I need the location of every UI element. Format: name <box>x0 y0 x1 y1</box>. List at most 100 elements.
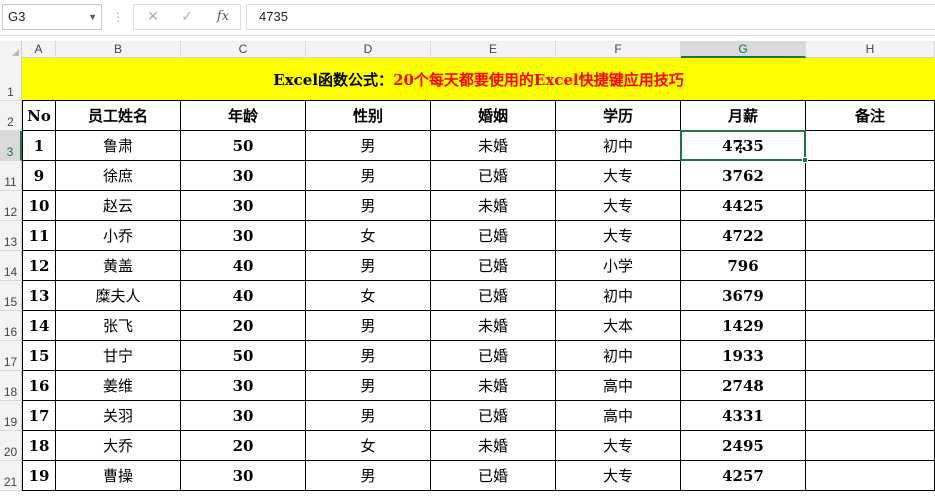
table-cell[interactable]: 高中 <box>556 401 681 431</box>
table-cell[interactable]: 3762 <box>681 161 806 191</box>
chevron-down-icon[interactable]: ▼ <box>88 5 97 29</box>
table-cell[interactable]: 男 <box>306 341 431 371</box>
table-cell[interactable]: 女 <box>306 431 431 461</box>
table-cell[interactable] <box>806 161 935 191</box>
column-header-h[interactable]: H <box>806 41 935 58</box>
table-cell[interactable]: 4722 <box>681 221 806 251</box>
table-cell[interactable] <box>806 461 935 491</box>
table-cell[interactable]: 已婚 <box>431 251 556 281</box>
cancel-icon[interactable]: ✕ <box>138 5 168 29</box>
table-cell[interactable]: 1429 <box>681 311 806 341</box>
table-cell[interactable]: 大专 <box>556 461 681 491</box>
row-header-1[interactable]: 1 <box>0 58 22 101</box>
table-cell[interactable]: 男 <box>306 401 431 431</box>
table-cell[interactable]: 已婚 <box>431 401 556 431</box>
table-cell[interactable]: 14 <box>22 311 56 341</box>
table-cell[interactable]: 30 <box>181 161 306 191</box>
header-cell[interactable]: 年龄 <box>181 101 306 131</box>
table-cell[interactable]: 曹操 <box>56 461 181 491</box>
table-cell[interactable]: 20 <box>181 311 306 341</box>
table-cell[interactable]: 2748 <box>681 371 806 401</box>
column-header-b[interactable]: B <box>56 41 181 58</box>
table-cell[interactable]: 1 <box>22 131 56 161</box>
table-cell[interactable]: 15 <box>22 341 56 371</box>
table-cell[interactable]: 大专 <box>556 191 681 221</box>
header-cell[interactable]: 备注 <box>806 101 935 131</box>
table-cell[interactable]: 19 <box>22 461 56 491</box>
row-header-18[interactable]: 18 <box>0 371 22 401</box>
table-cell[interactable]: 男 <box>306 251 431 281</box>
table-cell[interactable]: 40 <box>181 281 306 311</box>
table-cell[interactable]: 赵云 <box>56 191 181 221</box>
table-cell[interactable]: 10 <box>22 191 56 221</box>
table-cell[interactable]: 30 <box>181 461 306 491</box>
header-cell[interactable]: 月薪 <box>681 101 806 131</box>
table-cell[interactable]: 黄盖 <box>56 251 181 281</box>
row-header-3[interactable]: 3 <box>0 131 22 161</box>
table-cell[interactable]: 女 <box>306 221 431 251</box>
table-cell[interactable]: 4331 <box>681 401 806 431</box>
table-cell[interactable]: 大专 <box>556 161 681 191</box>
table-cell[interactable]: 未婚 <box>431 431 556 461</box>
sheet-title-cell[interactable]: Excel函数公式：20个每天都要使用的Excel快捷键应用技巧 <box>22 58 935 101</box>
row-header-2[interactable]: 2 <box>0 101 22 131</box>
table-cell[interactable] <box>806 221 935 251</box>
table-cell[interactable]: 30 <box>181 371 306 401</box>
table-cell[interactable]: 未婚 <box>431 131 556 161</box>
table-cell[interactable] <box>806 281 935 311</box>
table-cell[interactable]: 11 <box>22 221 56 251</box>
table-cell[interactable]: 男 <box>306 371 431 401</box>
table-cell[interactable]: 男 <box>306 461 431 491</box>
table-cell[interactable]: 4257 <box>681 461 806 491</box>
table-cell[interactable]: 糜夫人 <box>56 281 181 311</box>
row-header-11[interactable]: 11 <box>0 161 22 191</box>
table-cell[interactable]: 鲁肃 <box>56 131 181 161</box>
table-cell[interactable]: 30 <box>181 221 306 251</box>
row-header-13[interactable]: 13 <box>0 221 22 251</box>
table-cell[interactable]: 女 <box>306 281 431 311</box>
table-cell[interactable] <box>806 431 935 461</box>
header-cell[interactable]: 学历 <box>556 101 681 131</box>
table-cell[interactable]: 初中 <box>556 131 681 161</box>
table-cell[interactable]: 大本 <box>556 311 681 341</box>
row-header-21[interactable]: 21 <box>0 461 22 491</box>
column-header-g[interactable]: G <box>681 41 806 58</box>
table-cell[interactable]: 小乔 <box>56 221 181 251</box>
name-box[interactable]: G3 ▼ <box>2 4 102 30</box>
row-header-19[interactable]: 19 <box>0 401 22 431</box>
table-cell[interactable]: 大乔 <box>56 431 181 461</box>
column-header-a[interactable]: A <box>22 41 56 58</box>
table-cell[interactable]: 1933 <box>681 341 806 371</box>
table-cell[interactable]: 17 <box>22 401 56 431</box>
table-cell[interactable]: 3679 <box>681 281 806 311</box>
table-cell[interactable]: 4425 <box>681 191 806 221</box>
table-cell[interactable]: 男 <box>306 131 431 161</box>
table-cell[interactable]: 50 <box>181 131 306 161</box>
insert-function-icon[interactable]: fx <box>208 5 238 29</box>
column-header-c[interactable]: C <box>181 41 306 58</box>
table-cell[interactable]: 关羽 <box>56 401 181 431</box>
header-cell[interactable]: No <box>22 101 56 131</box>
table-cell[interactable]: 小学 <box>556 251 681 281</box>
table-cell[interactable]: 姜维 <box>56 371 181 401</box>
formula-input[interactable]: 4735 <box>246 4 935 30</box>
table-cell[interactable]: 40 <box>181 251 306 281</box>
table-cell[interactable]: 已婚 <box>431 281 556 311</box>
table-cell[interactable]: 13 <box>22 281 56 311</box>
table-cell[interactable]: 初中 <box>556 281 681 311</box>
table-cell[interactable]: 20 <box>181 431 306 461</box>
table-cell[interactable] <box>806 191 935 221</box>
table-cell[interactable]: 已婚 <box>431 161 556 191</box>
row-header-16[interactable]: 16 <box>0 311 22 341</box>
table-cell[interactable]: 未婚 <box>431 371 556 401</box>
enter-icon[interactable]: ✓ <box>172 5 202 29</box>
table-cell[interactable]: 30 <box>181 191 306 221</box>
row-header-15[interactable]: 15 <box>0 281 22 311</box>
header-cell[interactable]: 性别 <box>306 101 431 131</box>
table-cell[interactable]: 徐庶 <box>56 161 181 191</box>
row-header-12[interactable]: 12 <box>0 191 22 221</box>
table-cell[interactable] <box>806 401 935 431</box>
table-cell[interactable] <box>806 341 935 371</box>
table-cell[interactable]: 未婚 <box>431 191 556 221</box>
column-header-d[interactable]: D <box>306 41 431 58</box>
